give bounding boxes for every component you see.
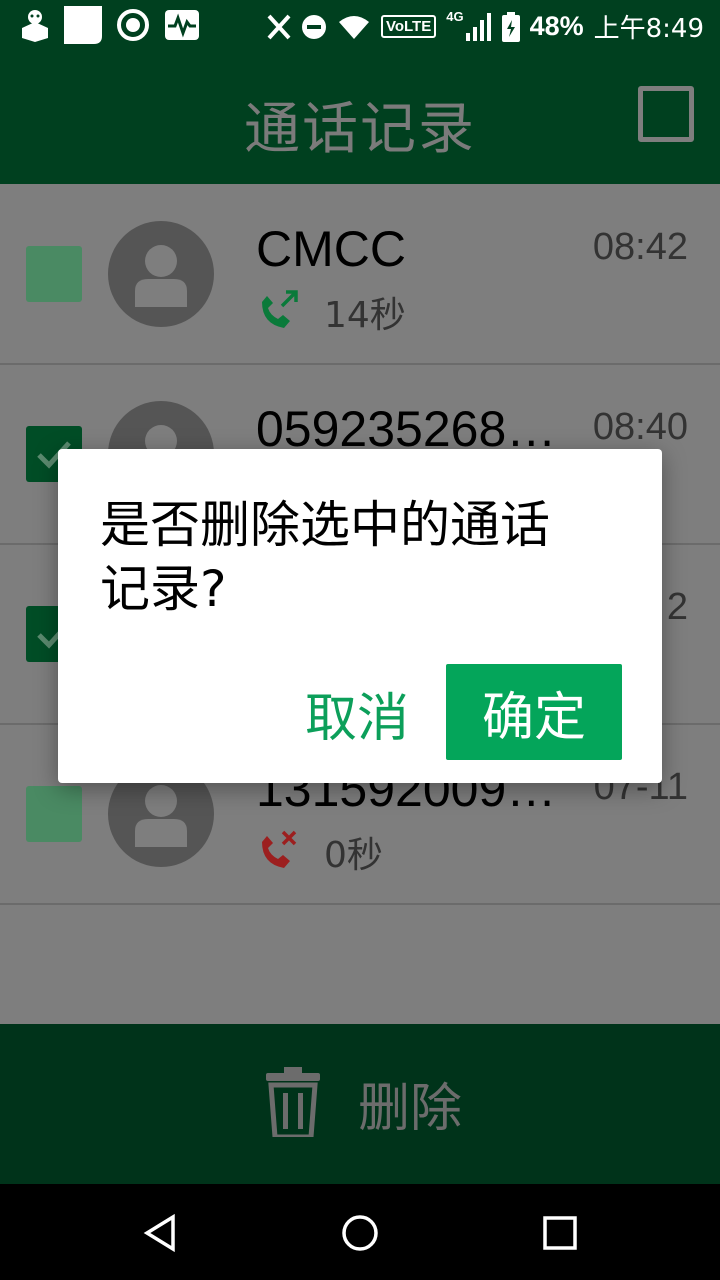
row-checkbox[interactable] — [26, 786, 82, 842]
trash-icon — [266, 1066, 320, 1141]
call-detail: 14秒 — [256, 286, 406, 338]
back-button[interactable] — [138, 1210, 184, 1256]
select-all-checkbox[interactable] — [638, 86, 694, 142]
recents-button[interactable] — [537, 1210, 583, 1256]
caller-name: CMCC — [256, 221, 406, 277]
page-title: 通话记录 — [244, 97, 476, 162]
notification-white-square-icon — [64, 6, 102, 44]
notification-record-icon — [116, 8, 150, 42]
call-time: 2 — [666, 586, 688, 628]
clock: 上午8:49 — [593, 14, 704, 44]
outgoing-call-icon — [256, 288, 302, 336]
call-log-row[interactable]: CMCC 08:42 14秒 — [0, 184, 720, 365]
bottom-action-bar: 删除 — [0, 1024, 720, 1184]
recents-icon — [543, 1216, 577, 1250]
notification-pulse-icon — [164, 9, 200, 41]
battery-percentage: 48% — [529, 11, 584, 41]
avatar — [108, 221, 214, 327]
dialog-message: 是否删除选中的通话记录? — [100, 496, 550, 618]
call-detail: 0秒 — [256, 826, 383, 878]
do-not-disturb-icon — [301, 14, 327, 40]
navigation-bar — [0, 1184, 720, 1280]
volte-icon: VoLTE — [380, 15, 437, 38]
home-icon — [342, 1215, 378, 1251]
home-button[interactable] — [337, 1210, 383, 1256]
x-brand-icon — [267, 14, 291, 40]
delete-label: 删除 — [358, 1079, 463, 1139]
row-checkbox[interactable] — [26, 246, 82, 302]
call-duration: 14秒 — [324, 295, 406, 336]
app-bar: 通话记录 — [0, 50, 720, 184]
status-bar: VoLTE 4G 48% 上午8:49 — [0, 0, 720, 50]
delete-confirmation-dialog: 是否删除选中的通话记录? 取消 确定 — [58, 449, 662, 783]
delete-action[interactable]: 删除 — [266, 1066, 462, 1141]
cell-signal-icon: 4G — [446, 9, 491, 41]
battery-icon — [501, 11, 520, 42]
back-icon — [143, 1213, 175, 1253]
confirm-button[interactable]: 确定 — [446, 664, 622, 760]
call-duration: 0秒 — [324, 835, 383, 876]
wifi-icon — [337, 14, 371, 40]
cancel-button[interactable]: 取消 — [298, 665, 416, 761]
call-time: 08:40 — [592, 406, 688, 448]
notification-app-icon — [20, 8, 50, 42]
call-time: 08:42 — [592, 226, 688, 268]
missed-call-icon — [256, 828, 302, 876]
